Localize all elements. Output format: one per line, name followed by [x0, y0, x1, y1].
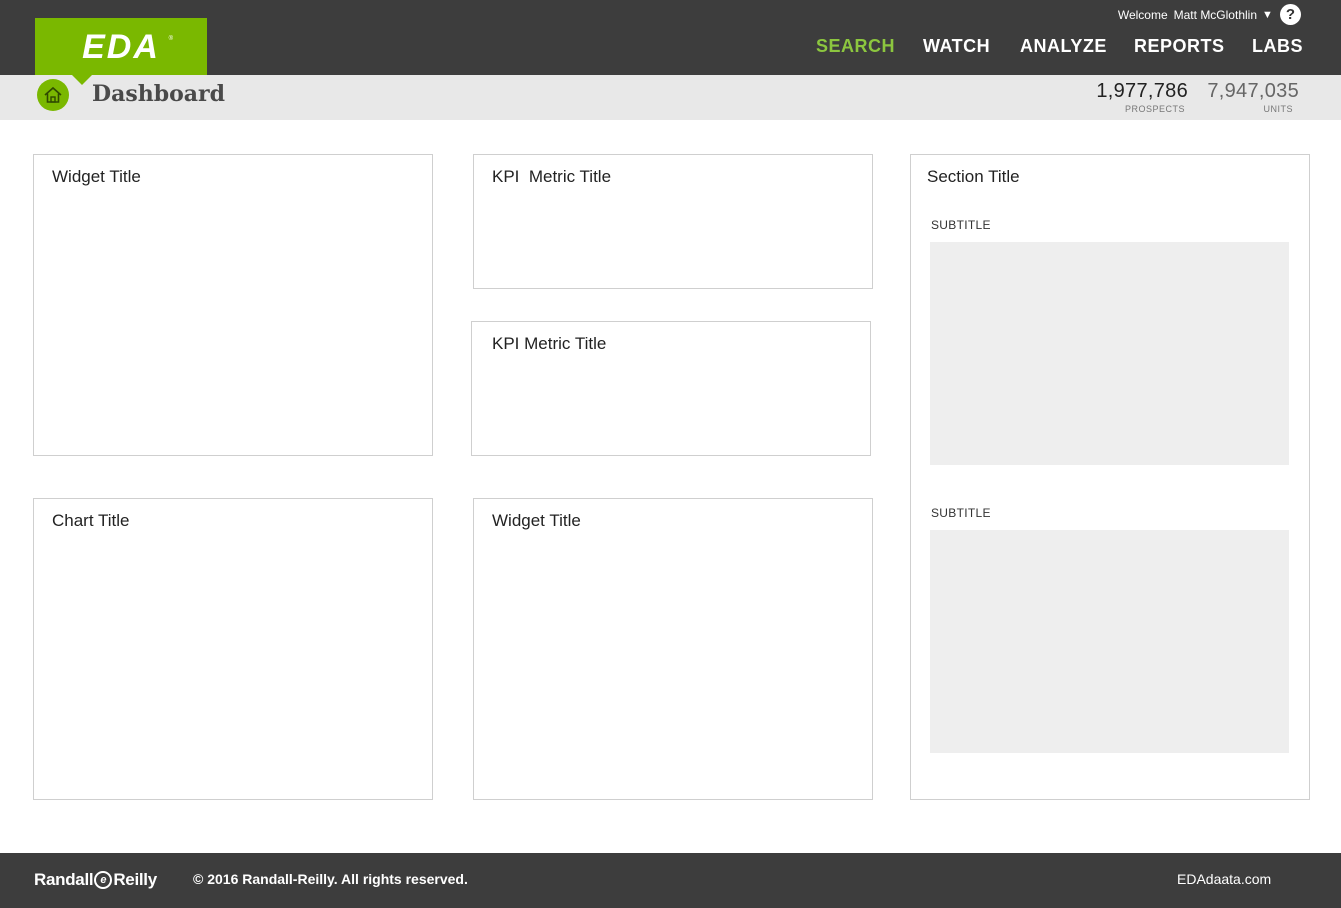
- top-bar: EDA ® Welcome Matt McGlothlin ▼ ? SEARCH…: [0, 0, 1341, 76]
- user-name[interactable]: Matt McGlothlin: [1174, 8, 1257, 22]
- nav-analyze[interactable]: ANALYZE: [1020, 36, 1107, 57]
- widget-card: Widget Title: [33, 154, 433, 456]
- card-title: KPI Metric Title: [492, 167, 612, 186]
- card-title: Widget Title: [492, 511, 581, 530]
- prospects-stat[interactable]: 1,977,786 PROSPECTS: [1096, 80, 1188, 114]
- kpi-card: KPI Metric Title: [471, 321, 871, 456]
- chart-card: Chart Title: [33, 498, 433, 800]
- home-button[interactable]: [37, 79, 69, 111]
- home-icon: [44, 86, 62, 103]
- copyright-text: © 2016 Randall-Reilly. All rights reserv…: [193, 871, 468, 887]
- prospects-count: 1,977,786: [1096, 80, 1188, 102]
- units-label: UNITS: [1263, 104, 1293, 114]
- user-menu-caret-icon[interactable]: ▼: [1262, 6, 1273, 24]
- nav-reports[interactable]: REPORTS: [1134, 36, 1225, 57]
- footer: Randall e Reilly © 2016 Randall-Reilly. …: [0, 853, 1341, 908]
- widget-card: Widget Title: [473, 498, 873, 800]
- nav-search[interactable]: SEARCH: [816, 36, 895, 57]
- content-placeholder: [930, 242, 1289, 465]
- main-nav: SEARCH WATCH ANALYZE REPORTS LABS: [0, 36, 1341, 60]
- card-title: Widget Title: [52, 167, 141, 186]
- section-title: Section Title: [927, 167, 1020, 186]
- units-count: 7,947,035: [1207, 80, 1299, 102]
- help-icon[interactable]: ?: [1280, 4, 1301, 25]
- welcome-label: Welcome: [1117, 8, 1168, 22]
- units-stat[interactable]: 7,947,035 UNITS: [1200, 80, 1299, 114]
- brand-right: Reilly: [113, 870, 157, 889]
- kpi-card: KPI Metric Title: [473, 154, 873, 289]
- card-title: KPI Metric Title: [492, 334, 607, 353]
- section-subtitle: SUBTITLE: [931, 506, 991, 520]
- brand-left: Randall: [34, 870, 94, 889]
- randall-reilly-logo[interactable]: Randall e Reilly: [34, 867, 157, 893]
- section-subtitle: SUBTITLE: [931, 218, 991, 232]
- brand-mark-icon: e: [94, 871, 113, 889]
- page-title: Dashboard: [92, 81, 225, 107]
- nav-labs[interactable]: LABS: [1252, 36, 1303, 57]
- welcome-message: Welcome Matt McGlothlin: [1118, 6, 1257, 24]
- site-link[interactable]: EDAdaata.com: [1177, 869, 1271, 889]
- nav-watch[interactable]: WATCH: [923, 36, 990, 57]
- section-card: Section Title SUBTITLE SUBTITLE: [910, 154, 1310, 800]
- card-title: Chart Title: [52, 511, 130, 530]
- prospects-label: PROSPECTS: [1124, 104, 1185, 114]
- content-placeholder: [930, 530, 1289, 753]
- logo-pointer: [72, 75, 92, 85]
